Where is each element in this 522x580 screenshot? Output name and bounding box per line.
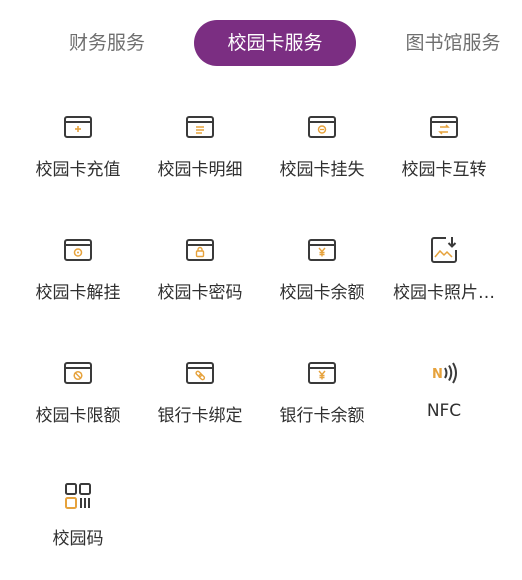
service-card-transfer[interactable]: 校园卡互转 [383, 111, 505, 211]
service-label: NFC [426, 401, 462, 421]
service-campus-code[interactable]: 校园码 [17, 480, 139, 580]
card-topup-icon [62, 111, 94, 143]
service-label: 校园卡限额 [35, 406, 121, 426]
service-card-detail[interactable]: 校园卡明细 [139, 111, 261, 211]
service-card-topup[interactable]: 校园卡充值 [17, 111, 139, 211]
service-bank-card-bind[interactable]: 银行卡绑定 [139, 357, 261, 457]
service-label: 银行卡余额 [279, 406, 365, 426]
card-transfer-icon [428, 111, 460, 143]
card-limit-icon [62, 357, 94, 389]
service-label: 校园卡密码 [157, 283, 243, 303]
photo-download-icon [428, 234, 460, 266]
svg-text:N: N [432, 367, 443, 382]
service-label: 校园卡余额 [279, 283, 365, 303]
card-password-icon [184, 234, 216, 266]
bank-card-bind-icon [184, 357, 216, 389]
service-label: 校园卡充值 [35, 160, 121, 180]
service-nfc[interactable]: N NFC [383, 357, 505, 457]
service-card-unlock[interactable]: 校园卡解挂 [17, 234, 139, 334]
qr-code-icon [62, 480, 94, 512]
service-grid: 校园卡充值 校园卡明细 校园卡挂失 校园卡互转 校园卡解挂 校园卡密码 校园卡余… [0, 0, 522, 567]
card-report-loss-icon [306, 111, 338, 143]
service-card-password[interactable]: 校园卡密码 [139, 234, 261, 334]
service-label: 校园卡互转 [401, 160, 487, 180]
bank-card-balance-icon [306, 357, 338, 389]
service-card-balance[interactable]: 校园卡余额 [261, 234, 383, 334]
card-detail-icon [184, 111, 216, 143]
service-label: 银行卡绑定 [157, 406, 243, 426]
service-label: 校园卡明细 [157, 160, 243, 180]
nfc-icon: N [428, 357, 460, 389]
service-label: 校园卡挂失 [279, 160, 365, 180]
card-unlock-icon [62, 234, 94, 266]
service-label: 校园码 [52, 529, 104, 549]
service-label: 校园卡照片… [393, 283, 495, 303]
card-balance-icon [306, 234, 338, 266]
service-card-report-loss[interactable]: 校园卡挂失 [261, 111, 383, 211]
service-card-photo[interactable]: 校园卡照片… [383, 234, 505, 334]
service-card-limit[interactable]: 校园卡限额 [17, 357, 139, 457]
service-label: 校园卡解挂 [35, 283, 121, 303]
service-bank-card-balance[interactable]: 银行卡余额 [261, 357, 383, 457]
